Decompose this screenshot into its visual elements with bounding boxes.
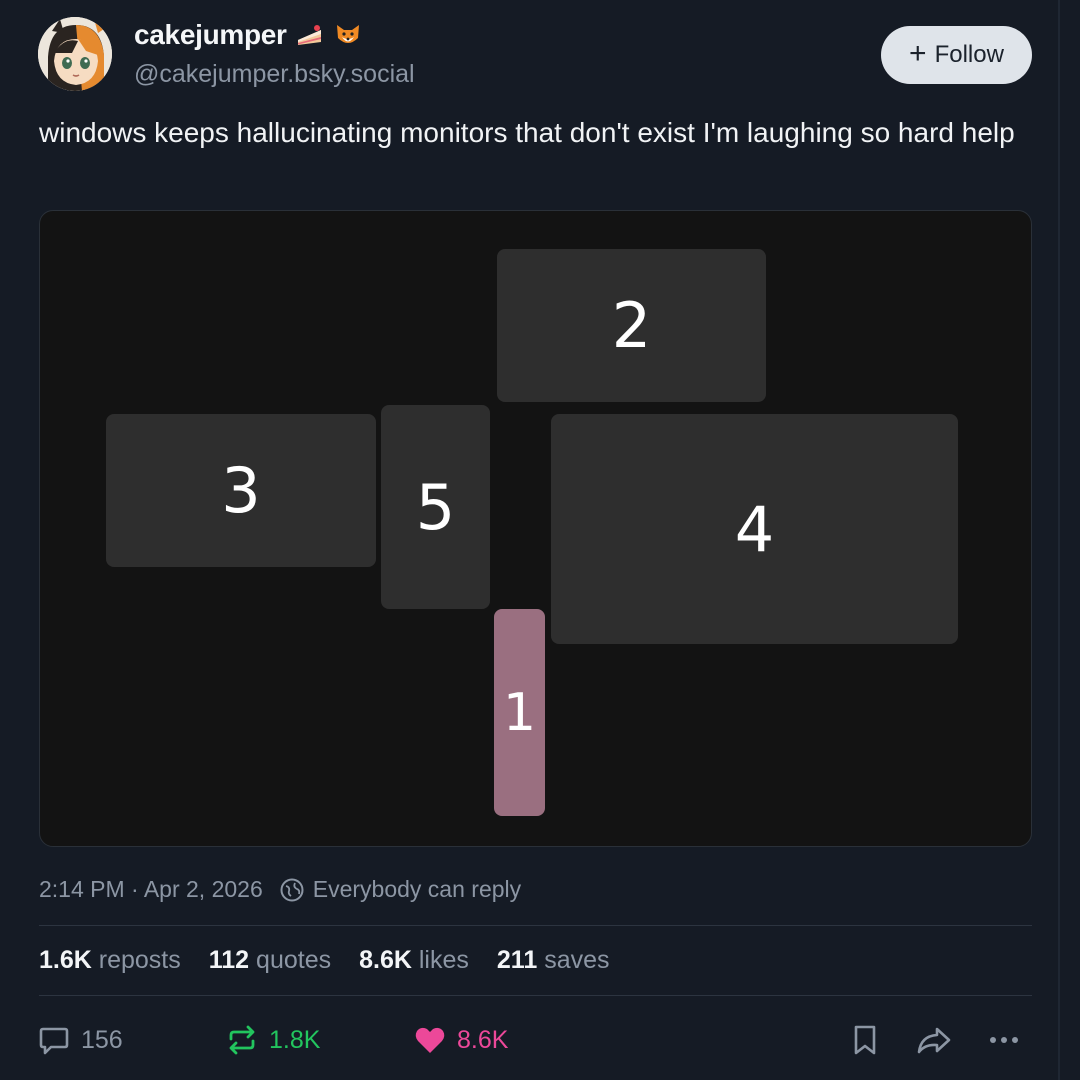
- reply-button[interactable]: 156: [37, 1014, 123, 1066]
- more-options-button[interactable]: [985, 1014, 1023, 1066]
- monitor-3[interactable]: 3: [106, 414, 376, 567]
- post-image[interactable]: 2 3 5 4 1: [39, 210, 1032, 847]
- repost-button[interactable]: 1.8K: [225, 1014, 320, 1066]
- likes-count: 8.6K: [359, 946, 412, 974]
- stat-likes[interactable]: 8.6K likes: [359, 946, 469, 975]
- reply-count: 156: [81, 1025, 123, 1054]
- monitor-4[interactable]: 4: [551, 414, 958, 644]
- author-name-row[interactable]: cakejumper: [134, 19, 363, 51]
- repost-count: 1.8K: [269, 1025, 321, 1054]
- heart-icon: [415, 1027, 445, 1053]
- reply-setting: Everybody can reply: [312, 876, 522, 902]
- post-timestamp[interactable]: 2:14 PM · Apr 2, 2026: [39, 876, 263, 903]
- follow-button-label: Follow: [934, 41, 1004, 68]
- author-handle[interactable]: @cakejumper.bsky.social: [134, 60, 415, 89]
- reposts-label: reposts: [98, 946, 181, 974]
- monitor-5[interactable]: 5: [381, 405, 490, 609]
- reply-icon: [39, 1027, 69, 1055]
- repost-icon: [229, 1025, 255, 1055]
- post-text: windows keeps hallucinating monitors tha…: [39, 117, 1015, 148]
- avatar[interactable]: [38, 17, 112, 91]
- fox-emoji-icon: [336, 25, 359, 43]
- divider-bottom: [39, 995, 1032, 996]
- monitor-1[interactable]: 1: [494, 609, 545, 816]
- engagement-stats: 1.6K reposts 112 quotes 8.6K likes 211 s…: [39, 946, 610, 975]
- follow-button[interactable]: + Follow: [881, 26, 1032, 84]
- quotes-count: 112: [208, 946, 250, 974]
- avatar-image: [38, 17, 112, 91]
- share-button[interactable]: [915, 1014, 953, 1066]
- stat-saves[interactable]: 211 saves: [497, 946, 610, 975]
- likes-label: likes: [418, 946, 469, 974]
- cake-slice-emoji-icon: [297, 25, 321, 45]
- monitor-2[interactable]: 2: [497, 249, 766, 402]
- stat-reposts[interactable]: 1.6K reposts: [39, 946, 181, 975]
- bookmark-icon: [854, 1025, 876, 1055]
- more-icon: [990, 1037, 1018, 1043]
- divider-top: [39, 925, 1032, 926]
- action-bar: 156 1.8K 8.6K: [0, 1014, 1080, 1066]
- globe-icon: [280, 878, 304, 901]
- saves-count: 211: [496, 946, 538, 974]
- like-button[interactable]: 8.6K: [413, 1014, 508, 1066]
- quotes-label: quotes: [256, 946, 332, 974]
- share-icon: [917, 1027, 951, 1054]
- reposts-count: 1.6K: [39, 946, 92, 974]
- right-border: [1058, 0, 1060, 1080]
- saves-label: saves: [544, 946, 610, 974]
- author-display-name[interactable]: cakejumper: [134, 19, 287, 51]
- post-meta: 2:14 PM · Apr 2, 2026 Everybody can repl…: [39, 876, 521, 903]
- like-count: 8.6K: [457, 1025, 509, 1054]
- stat-quotes[interactable]: 112 quotes: [209, 946, 331, 975]
- bookmark-button[interactable]: [849, 1014, 881, 1066]
- plus-icon: +: [909, 36, 927, 70]
